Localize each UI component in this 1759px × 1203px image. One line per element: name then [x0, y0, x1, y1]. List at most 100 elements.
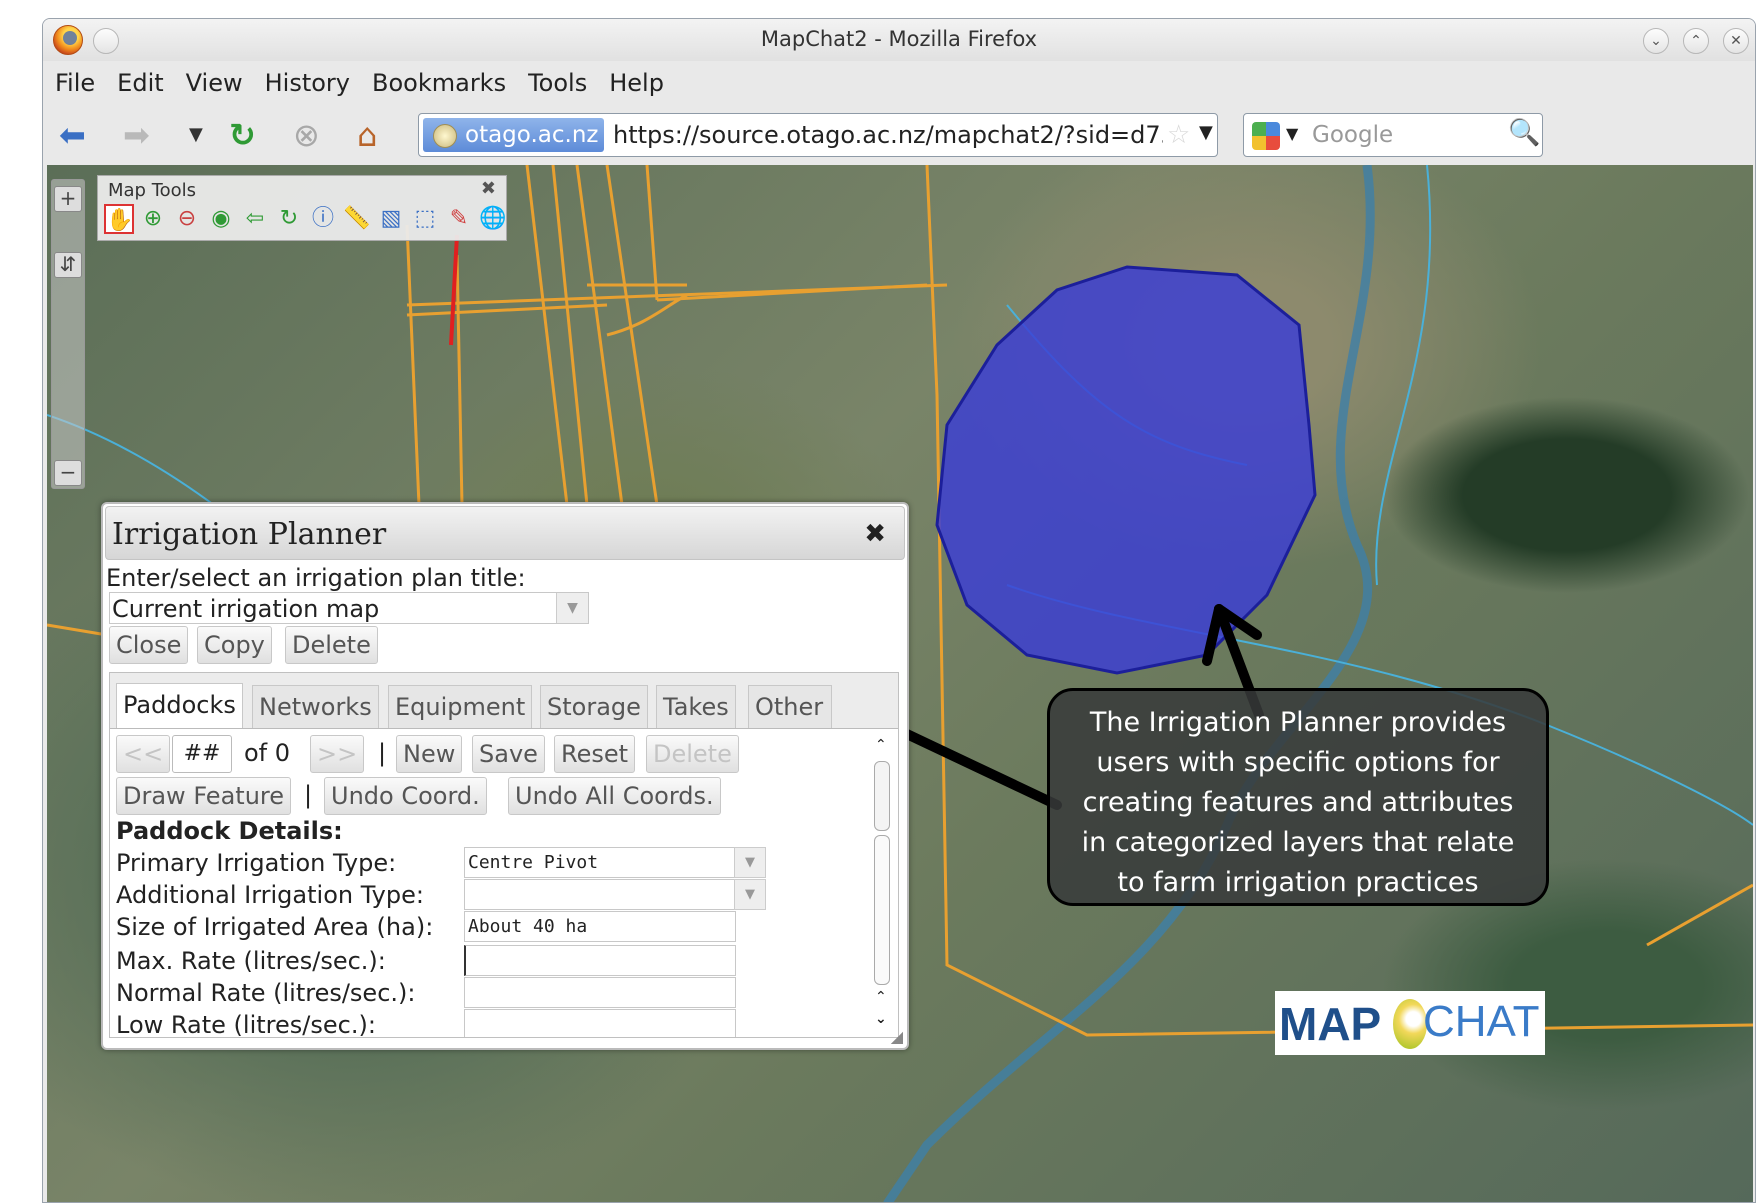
search-input[interactable] — [1310, 118, 1500, 152]
undo-all-coords-button[interactable]: Undo All Coords. — [508, 777, 721, 815]
info-icon[interactable]: ⓘ — [308, 204, 338, 234]
irrigation-area-polygon[interactable] — [935, 265, 1317, 675]
separator: | — [378, 739, 387, 767]
select-icon[interactable]: ⬚ — [410, 204, 440, 234]
record-count: of 0 — [244, 739, 291, 767]
measure-icon[interactable]: 📏 — [342, 204, 372, 234]
stop-icon[interactable]: ⊗ — [293, 117, 320, 153]
tab-equipment[interactable]: Equipment — [388, 685, 533, 728]
scroll-down-icon[interactable]: ⌄ — [875, 1011, 887, 1027]
pan-icon[interactable]: ✋ — [104, 204, 134, 234]
zoom-handle[interactable]: ⇵ — [54, 252, 82, 278]
menu-help[interactable]: Help — [609, 69, 664, 97]
max-rate-input[interactable] — [464, 945, 736, 976]
zoom-out-icon[interactable]: ⊖ — [172, 204, 202, 234]
undo-coord-button[interactable]: Undo Coord. — [324, 777, 487, 815]
reset-button[interactable]: Reset — [554, 735, 636, 773]
save-button[interactable]: Save — [472, 735, 545, 773]
primary-irrigation-type-label: Primary Irrigation Type: — [116, 849, 397, 877]
next-record-button[interactable]: >> — [310, 735, 365, 773]
primary-irrigation-type-select[interactable]: Centre Pivot — [464, 847, 736, 878]
tab-storage[interactable]: Storage — [540, 685, 648, 728]
scroll-track[interactable] — [874, 835, 890, 985]
paddock-details-heading: Paddock Details: — [116, 817, 343, 845]
zoom-in-icon[interactable]: ⊕ — [138, 204, 168, 234]
scroll-thumb[interactable] — [874, 761, 890, 831]
menu-tools[interactable]: Tools — [528, 69, 587, 97]
separator: | — [304, 781, 313, 809]
menu-edit[interactable]: Edit — [117, 69, 163, 97]
tab-networks[interactable]: Networks — [252, 685, 379, 728]
plan-title-value[interactable]: Current irrigation map — [112, 593, 379, 625]
normal-rate-input[interactable] — [464, 977, 736, 1008]
menu-view[interactable]: View — [186, 69, 243, 97]
chevron-down-icon[interactable]: ▼ — [734, 879, 766, 910]
irrigated-area-label: Size of Irrigated Area (ha): — [116, 913, 434, 941]
additional-irrigation-type-select[interactable] — [464, 879, 736, 910]
close-button[interactable]: Close — [109, 626, 189, 664]
refresh-icon[interactable]: ↻ — [274, 204, 304, 234]
search-icon[interactable]: 🔍 — [1508, 118, 1540, 148]
search-engine-icon[interactable] — [1252, 122, 1280, 150]
history-dropdown-icon[interactable]: ▼ — [189, 117, 203, 153]
tab-other[interactable]: Other — [748, 685, 832, 728]
url-bar[interactable]: otago.ac.nz https://source.otago.ac.nz/m… — [418, 113, 1218, 157]
tab-takes[interactable]: Takes — [656, 685, 736, 728]
plan-title-combobox[interactable]: Current irrigation map ▼ — [109, 592, 589, 624]
callout-line: The Irrigation Planner provides — [1089, 707, 1507, 738]
road-line — [449, 234, 459, 346]
plan-title-label: Enter/select an irrigation plan title: — [106, 564, 526, 592]
close-icon[interactable]: ✖ — [864, 519, 886, 549]
window-title: MapChat2 - Mozilla Firefox — [760, 27, 1038, 51]
maximize-button[interactable]: ⌃ — [1683, 28, 1709, 54]
new-button[interactable]: New — [396, 735, 463, 773]
zoom-in-button[interactable]: + — [54, 186, 82, 212]
dialog-title: Irrigation Planner — [112, 517, 387, 552]
paddocks-tab-content: << ## of 0 >> | New Save Reset Delete Dr… — [110, 729, 874, 1037]
callout-line: in categorized layers that relate — [1081, 827, 1515, 858]
mapchat-logo: MAP CHAT — [1275, 991, 1545, 1055]
tab-paddocks[interactable]: Paddocks — [116, 683, 243, 728]
back-arrow-icon[interactable]: ⬅ — [59, 117, 86, 153]
draw-feature-button[interactable]: Draw Feature — [116, 777, 292, 815]
site-identity-button[interactable]: otago.ac.nz — [423, 118, 605, 152]
globe-icon[interactable]: 🌐 — [478, 204, 508, 234]
menu-file[interactable]: File — [55, 69, 95, 97]
close-window-button[interactable]: ✕ — [1723, 28, 1749, 54]
max-rate-label: Max. Rate (litres/sec.): — [116, 947, 386, 975]
delete-record-button[interactable]: Delete — [646, 735, 739, 773]
home-icon[interactable]: ⌂ — [357, 117, 377, 153]
back-icon[interactable]: ⇦ — [240, 204, 270, 234]
dialog-header[interactable]: Irrigation Planner ✖ — [105, 506, 905, 560]
resize-grip-icon[interactable]: ◢ — [891, 1027, 903, 1046]
zoom-extent-icon[interactable]: ◉ — [206, 204, 236, 234]
menu-bookmarks[interactable]: Bookmarks — [372, 69, 506, 97]
bookmark-star-icon[interactable]: ☆ — [1167, 120, 1190, 150]
delete-plan-button[interactable]: Delete — [285, 626, 378, 664]
chevron-down-icon[interactable]: ▼ — [556, 593, 588, 623]
record-number-input[interactable]: ## — [172, 735, 232, 773]
reload-icon[interactable]: ↻ — [229, 117, 256, 153]
forward-arrow-icon[interactable]: ➡ — [123, 117, 150, 153]
measure-area-icon[interactable]: ▧ — [376, 204, 406, 234]
zoom-slider[interactable]: + ⇵ − — [51, 179, 85, 489]
menu-history[interactable]: History — [265, 69, 350, 97]
scroll-up-icon[interactable]: ⌃ — [875, 989, 887, 1005]
previous-record-button[interactable]: << — [116, 735, 171, 773]
navigation-toolbar: ⬅ ➡ ▼ ↻ ⊗ ⌂ otago.ac.nz https://source.o… — [43, 105, 1755, 165]
chevron-down-icon[interactable]: ▼ — [734, 847, 766, 878]
close-icon[interactable]: ✖ — [481, 178, 496, 199]
low-rate-label: Low Rate (litres/sec.): — [116, 1011, 376, 1037]
draw-icon[interactable]: ✎ — [444, 204, 474, 234]
logo-swoosh-icon — [1393, 999, 1427, 1049]
copy-button[interactable]: Copy — [197, 626, 272, 664]
url-dropdown-icon[interactable]: ▼ — [1199, 122, 1213, 143]
zoom-out-button[interactable]: − — [54, 460, 82, 486]
minimize-button[interactable]: ⌄ — [1643, 28, 1669, 54]
url-text[interactable]: https://source.otago.ac.nz/mapchat2/?sid… — [613, 118, 1163, 152]
scroll-up-icon[interactable]: ⌃ — [875, 737, 887, 753]
irrigated-area-input[interactable]: About 40 ha — [464, 911, 736, 942]
low-rate-input[interactable] — [464, 1009, 736, 1037]
search-engine-dropdown-icon[interactable]: ▼ — [1286, 124, 1298, 143]
content-scrollbar[interactable]: ⌃ ⌃ ⌄ — [872, 735, 892, 1033]
